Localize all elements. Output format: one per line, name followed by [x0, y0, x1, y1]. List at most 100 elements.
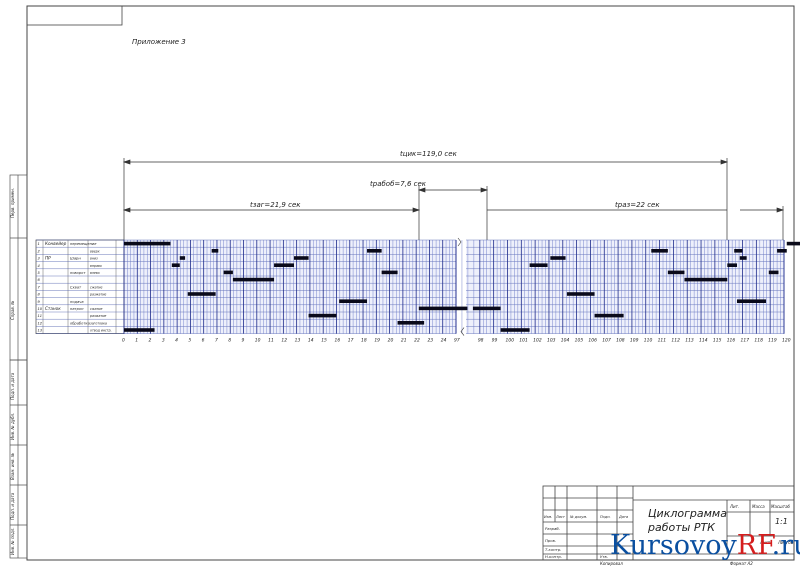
svg-text:Подп.: Подп. — [600, 515, 611, 519]
operation-bar — [739, 256, 747, 260]
axis-tick-label: 102 — [533, 338, 542, 344]
operation-bar — [293, 256, 309, 260]
operation-bar — [232, 277, 275, 282]
svg-text:Пров.: Пров. — [545, 538, 556, 543]
operation-bar — [187, 292, 216, 296]
axis-tick-label: 10 — [255, 338, 261, 344]
row-number: 12 — [38, 321, 43, 325]
row-number: 6 — [38, 278, 41, 282]
axis-tick-label: 119 — [768, 338, 777, 344]
row-name: подача — [70, 300, 84, 304]
watermark-part3: .ru — [771, 530, 800, 561]
axis-tick-label: 18 — [361, 338, 367, 344]
operation-bar — [397, 321, 425, 325]
axis-tick-label: 97 — [454, 338, 460, 344]
operation-bar — [529, 263, 548, 267]
side-strip-label: Справ. № — [10, 301, 15, 320]
operation-bar — [339, 299, 368, 303]
operation-bar — [179, 256, 186, 260]
operation-bar — [418, 306, 468, 311]
side-strip-label: Взам. инв. № — [10, 453, 15, 480]
axis-tick-label: 14 — [308, 338, 314, 344]
operation-bar — [651, 249, 668, 253]
axis-tick-label: 103 — [547, 338, 556, 344]
row-direction: отвод инстр. — [90, 329, 112, 333]
axis-tick-label: 2 — [149, 338, 152, 344]
svg-text:Масса: Масса — [752, 504, 765, 509]
axis-tick-label: 107 — [602, 338, 611, 344]
svg-text:Лит.: Лит. — [729, 504, 739, 509]
operation-bar — [684, 277, 728, 282]
svg-text:Утв.: Утв. — [600, 554, 608, 559]
row-labels: 1 Конвейер перемещение 2 вверх 3 ПР Шарн вниз 4 вп… — [38, 241, 112, 332]
cyclogram-grid — [35, 237, 785, 336]
row-direction: вправо — [90, 264, 102, 268]
axis-tick-label: 16 — [334, 338, 340, 344]
axis-tick-label: 100 — [505, 338, 514, 344]
svg-text:Т.контр.: Т.контр. — [545, 547, 561, 552]
axis-tick-label: 120 — [782, 338, 791, 344]
axis-tick-label: 108 — [616, 338, 625, 344]
row-number: 3 — [38, 257, 41, 261]
appendix-label: Приложение 3 — [132, 38, 186, 46]
svg-text:Формат А2: Формат А2 — [730, 561, 753, 566]
axis-tick-label: 8 — [228, 338, 231, 344]
axis-tick-label: 112 — [671, 338, 680, 344]
axis-tick-label: 17 — [348, 338, 354, 344]
row-number: 7 — [38, 285, 41, 289]
dimension-lines — [122, 158, 785, 240]
row-direction: разжатие — [89, 293, 106, 297]
axis-tick-label: 118 — [754, 338, 763, 344]
row-direction: вниз — [90, 257, 98, 261]
svg-text:Н.контр.: Н.контр. — [545, 554, 562, 559]
axis-tick-label: 7 — [215, 338, 218, 344]
row-name: перемещение — [70, 242, 97, 246]
side-strip-label: Инв. № подл. — [10, 527, 15, 555]
axis-tick-label: 24 — [441, 338, 447, 344]
operation-bar — [472, 306, 501, 311]
watermark-part2: RF — [736, 530, 772, 561]
row-direction: сжатие — [90, 285, 103, 289]
axis-tick-label: 99 — [492, 338, 498, 344]
watermark-part1: Kursovoy — [610, 530, 737, 561]
operation-bar — [768, 270, 779, 275]
axis-tick-label: 113 — [685, 338, 694, 344]
row-number: 2 — [38, 249, 41, 253]
operation-bar — [124, 241, 171, 246]
operation-bar — [786, 241, 800, 246]
row-name: поворот — [70, 271, 86, 275]
axis-tick-label: 19 — [374, 338, 380, 344]
operation-bar — [308, 313, 337, 318]
axis-tick-label: 15 — [321, 338, 327, 344]
operation-bar — [727, 263, 737, 267]
time-axis-labels: 0 1 2 3 4 5 6 7 8 9 10 11 12 13 14 15 16 17 18 19 20 21 22 23 24… — [122, 338, 791, 344]
operation-bar — [367, 249, 382, 253]
drawing-sheet: Перв. примен. Справ. № Подп. и дата Инв. № … — [9, 5, 800, 566]
svg-text:Копировал: Копировал — [600, 561, 623, 566]
svg-text:Масштаб: Масштаб — [771, 504, 791, 509]
operation-bar — [566, 292, 595, 296]
axis-tick-label: 98 — [478, 338, 484, 344]
row-number: 5 — [38, 271, 41, 275]
axis-tick-label: 104 — [561, 338, 570, 344]
side-strip-label: Подп. и дата — [10, 372, 15, 400]
svg-text:1:1: 1:1 — [775, 517, 788, 526]
axis-tick-label: 101 — [519, 338, 528, 344]
row-number: 11 — [38, 314, 43, 318]
operation-bar — [594, 313, 624, 318]
dim-total-label: tцик=119,0 сек — [400, 150, 458, 158]
operation-bar — [124, 328, 155, 332]
operation-bar — [736, 299, 767, 303]
axis-tick-label: 106 — [588, 338, 597, 344]
row-group: Станок — [45, 306, 61, 311]
axis-tick-label: 11 — [268, 338, 274, 344]
axis-tick-label: 109 — [630, 338, 639, 344]
row-number: 1 — [38, 242, 40, 246]
axis-tick-label: 114 — [699, 338, 708, 344]
axis-tick-label: 116 — [727, 338, 736, 344]
axis-tick-label: 13 — [295, 338, 301, 344]
svg-text:Разраб.: Разраб. — [545, 526, 560, 531]
side-strip-label: Подп. и дата — [10, 492, 15, 520]
axis-tick-label: 111 — [658, 338, 667, 344]
axis-tick-label: 0 — [122, 338, 125, 344]
